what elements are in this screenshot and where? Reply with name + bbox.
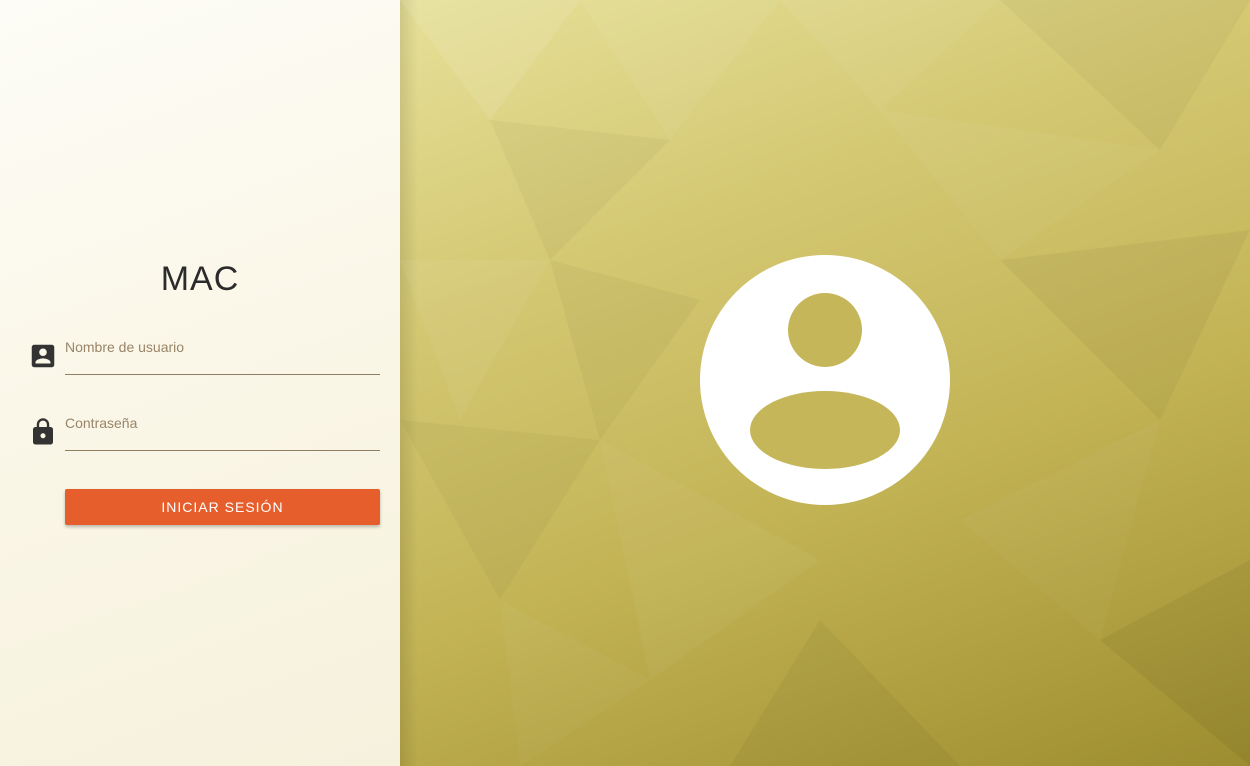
- lock-icon: [28, 417, 58, 447]
- hero-panel: [400, 0, 1250, 766]
- password-field: [28, 409, 380, 453]
- username-input[interactable]: [65, 333, 380, 375]
- account-box-icon: [28, 341, 58, 371]
- password-input[interactable]: [65, 409, 380, 451]
- login-button[interactable]: Iniciar sesión: [65, 489, 380, 525]
- username-field: [28, 333, 380, 377]
- app-title: MAC: [160, 260, 240, 298]
- login-page: MAC Iniciar sesión: [0, 0, 1250, 766]
- login-panel: MAC Iniciar sesión: [0, 0, 400, 766]
- account-circle-icon: [700, 255, 950, 505]
